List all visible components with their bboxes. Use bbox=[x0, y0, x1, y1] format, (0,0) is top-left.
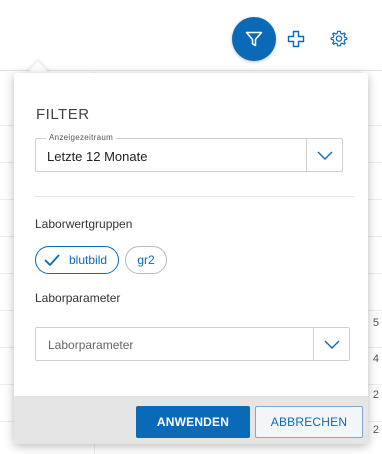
period-select[interactable]: Anzeigezeitraum Letzte 12 Monate bbox=[35, 133, 343, 172]
header-divider bbox=[0, 70, 382, 71]
cancel-button[interactable]: ABBRECHEN bbox=[255, 406, 363, 438]
period-select-label: Anzeigezeitraum bbox=[46, 133, 117, 142]
chip-blutbild[interactable]: blutbild bbox=[35, 246, 119, 274]
plus-icon bbox=[287, 30, 305, 48]
filter-popover: FILTER Anzeigezeitraum Letzte 12 Monate … bbox=[14, 73, 368, 444]
chevron-down-icon bbox=[324, 340, 339, 349]
table-cell-value: 2 bbox=[372, 389, 379, 401]
chip-gr2[interactable]: gr2 bbox=[125, 246, 167, 274]
gear-icon bbox=[330, 30, 348, 47]
chip-label: blutbild bbox=[69, 253, 108, 267]
parameters-select-placeholder: Laborparameter bbox=[48, 338, 134, 352]
checkmark-icon bbox=[44, 254, 60, 266]
lab-parameters-label: Laborparameter bbox=[35, 291, 121, 305]
table-cell-value: 5 bbox=[372, 317, 379, 329]
add-button[interactable] bbox=[285, 28, 307, 50]
period-select-toggle[interactable] bbox=[306, 139, 342, 171]
section-divider bbox=[35, 196, 354, 197]
parameters-select[interactable]: Laborparameter bbox=[35, 327, 350, 361]
chevron-down-icon bbox=[317, 151, 332, 160]
parameters-select-toggle[interactable] bbox=[313, 328, 349, 360]
filter-icon bbox=[245, 31, 263, 47]
popover-title: FILTER bbox=[36, 106, 90, 123]
popover-footer: ANWENDEN ABBRECHEN bbox=[14, 396, 368, 444]
filter-button[interactable] bbox=[232, 17, 276, 61]
table-cell-value: 4 bbox=[372, 353, 379, 365]
lab-groups-label: Laborwertgruppen bbox=[35, 217, 133, 231]
table-cell-value: 2 bbox=[372, 424, 379, 436]
apply-button[interactable]: ANWENDEN bbox=[136, 406, 250, 438]
settings-button[interactable] bbox=[328, 28, 350, 50]
chip-label: gr2 bbox=[137, 253, 155, 267]
period-select-value: Letzte 12 Monate bbox=[47, 149, 148, 164]
